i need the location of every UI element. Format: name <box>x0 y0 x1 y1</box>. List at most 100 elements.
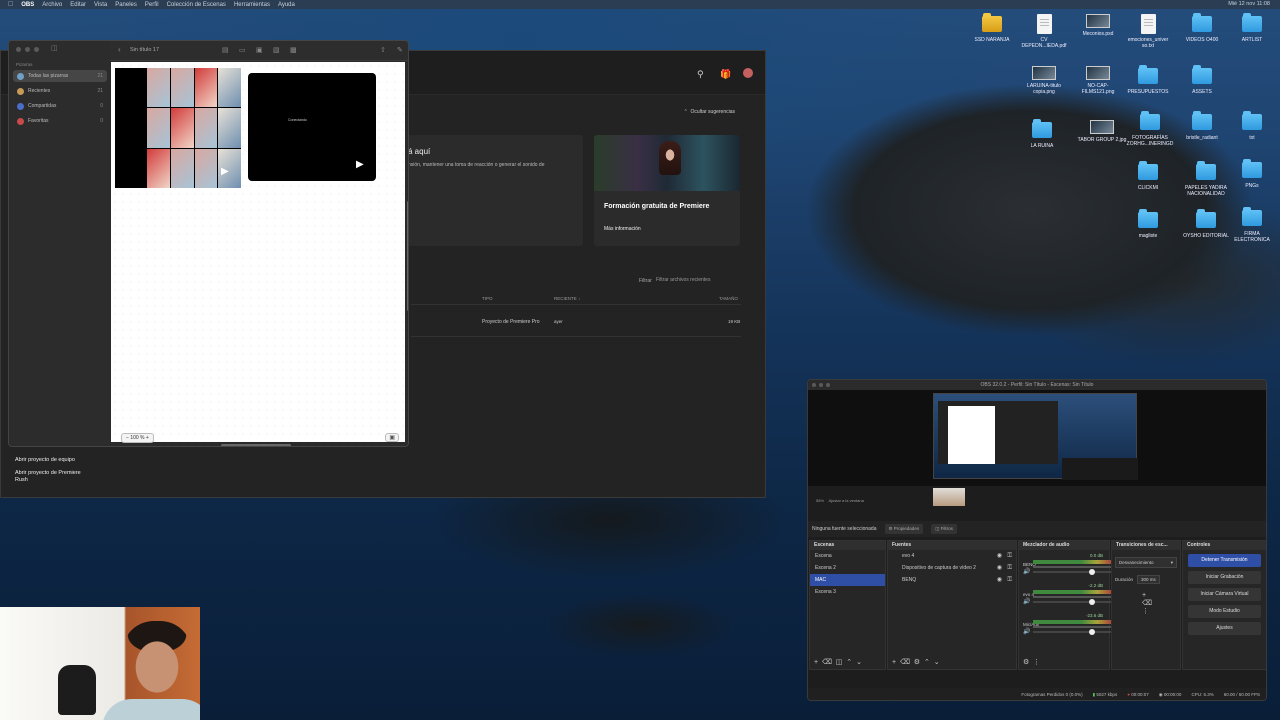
minimize-window-button[interactable] <box>819 383 823 387</box>
move-down-icon[interactable]: ⌄ <box>856 659 862 666</box>
studio-mode-button[interactable]: Modo Estudio <box>1188 605 1261 618</box>
stop-streaming-button[interactable]: Detener Transmisión <box>1188 554 1261 567</box>
zoom-control[interactable]: − 100 % + <box>121 433 154 443</box>
gift-icon[interactable]: 🎁 <box>720 69 731 80</box>
desktop-icon[interactable]: txt <box>1226 111 1278 141</box>
share-icon[interactable]: ⇧ <box>380 46 386 54</box>
note-tool-icon[interactable]: ▤ <box>222 46 229 54</box>
eye-icon[interactable]: ◉ <box>997 574 1002 586</box>
zoom-window-button[interactable] <box>34 47 39 52</box>
volume-slider[interactable] <box>1033 569 1113 575</box>
media-tool-icon[interactable]: ▩ <box>290 46 297 54</box>
desktop-icon[interactable]: FOTOGRAFÍAS ZORHG...INERINGD <box>1124 111 1176 147</box>
scene-item[interactable]: Escena 2 <box>810 562 885 574</box>
add-icon[interactable]: + <box>892 659 896 666</box>
search-icon[interactable]: ⚲ <box>697 69 704 80</box>
menu-archivo[interactable]: Archivo <box>42 2 62 8</box>
desktop-icon[interactable]: PAPELES YADIRA NACIONALIDAD <box>1180 161 1232 197</box>
horizontal-scrollbar[interactable] <box>221 444 291 446</box>
desktop-icon[interactable]: bristle_radiant <box>1176 111 1228 141</box>
video-clip-dark[interactable]: Conectando ▶ <box>248 73 376 181</box>
desktop-icon[interactable]: PRESUPUESTOS <box>1122 65 1174 95</box>
lock-icon[interactable]: ⚿ <box>1007 574 1012 586</box>
desktop-icon[interactable]: CV DEPEDN...IEDA.pdf <box>1018 14 1070 49</box>
menu-herramientas[interactable]: Herramientas <box>234 2 270 8</box>
menu-coleccion-escenas[interactable]: Colección de Escenas <box>167 2 226 8</box>
obs-preview[interactable] <box>808 390 1266 506</box>
more-options-icon[interactable]: ⋮ <box>1142 608 1149 615</box>
pen-tool-icon[interactable]: ▧ <box>273 46 280 54</box>
add-icon[interactable]: + <box>1142 592 1146 599</box>
hide-suggestions-button[interactable]: ⌃ Ocultar sugerencias <box>684 109 735 115</box>
volume-slider[interactable] <box>1033 599 1113 605</box>
training-card[interactable]: Formación gratuita de Premiere Más infor… <box>594 135 740 246</box>
zoom-in-icon[interactable]: + <box>146 435 149 441</box>
fit-board-icon[interactable]: ▣ <box>385 433 399 442</box>
desktop-icon[interactable]: CLICKMI <box>1122 161 1174 191</box>
lock-icon[interactable]: ⚿ <box>1007 550 1012 562</box>
play-icon[interactable]: ▶ <box>221 166 229 177</box>
lock-icon[interactable]: ⚿ <box>1007 562 1012 574</box>
desktop-icon[interactable]: Meconios.psd <box>1072 14 1124 37</box>
suggestion-card[interactable]: á aquí nsión, mantener una toma de reacc… <box>396 135 583 246</box>
gear-icon[interactable]: ⚙ <box>1023 659 1029 666</box>
play-icon[interactable]: ▶ <box>356 159 364 170</box>
column-recent[interactable]: RECIENTE ↓ <box>554 296 580 301</box>
more-options-icon[interactable]: ⋮ <box>1033 659 1040 666</box>
desktop-icon[interactable]: TABOR GROUP 2.jpg <box>1076 120 1128 143</box>
speaker-icon[interactable]: 🔊 <box>1023 598 1030 605</box>
vertical-scrollbar[interactable] <box>407 201 408 311</box>
row-size[interactable]: 19 KB <box>728 319 740 324</box>
desktop-icon[interactable]: LA RUINA <box>1016 119 1068 149</box>
speaker-icon[interactable]: 🔊 <box>1023 628 1030 635</box>
menu-editar[interactable]: Editar <box>70 2 86 8</box>
properties-button[interactable]: ⚙ Propiedades <box>884 524 924 534</box>
start-recording-button[interactable]: Iniciar Grabación <box>1188 571 1261 584</box>
desktop-icon[interactable]: LARUINA-titulo copia.png <box>1018 66 1070 95</box>
column-type[interactable]: TIPO <box>482 296 493 301</box>
minimize-window-button[interactable] <box>25 47 30 52</box>
menu-vista[interactable]: Vista <box>94 2 107 8</box>
shape-tool-icon[interactable]: ▭ <box>239 46 246 54</box>
settings-button[interactable]: Ajustes <box>1188 622 1261 635</box>
avatar[interactable] <box>743 68 753 78</box>
desktop-icon[interactable]: emociones_univer so.txt <box>1122 14 1174 49</box>
preview-zoom-bar[interactable]: 58% Ajustar a la ventana <box>808 498 1266 506</box>
open-rush-project-link[interactable]: Abrir proyecto de Premiere Rush <box>15 470 95 484</box>
close-window-button[interactable] <box>812 383 816 387</box>
filter-recent-input[interactable]: Filtrar archivos recientes <box>656 277 738 283</box>
scene-item[interactable]: Escena <box>810 550 885 562</box>
scene-item[interactable]: Escena 3 <box>810 586 885 598</box>
desktop-icon[interactable]: NO-CAP-FILMS121.png <box>1072 66 1124 95</box>
menu-perfil[interactable]: Perfil <box>145 2 159 8</box>
source-item[interactable]: evo 4 ◉ ⚿ <box>888 550 1016 562</box>
desktop-icon[interactable]: PNGs <box>1226 159 1278 189</box>
row-type[interactable]: Proyecto de Premiere Pro <box>482 319 540 325</box>
source-item[interactable]: Dispositivo de captura de vídeo 2 ◉ ⚿ <box>888 562 1016 574</box>
eye-icon[interactable]: ◉ <box>997 562 1002 574</box>
filters-button[interactable]: ◫ Filtros <box>931 524 957 534</box>
eye-icon[interactable]: ◉ <box>997 550 1002 562</box>
move-down-icon[interactable]: ⌄ <box>934 659 940 666</box>
menu-paneles[interactable]: Paneles <box>115 2 137 8</box>
move-up-icon[interactable]: ⌃ <box>846 659 852 666</box>
board-title[interactable]: Sin título 17 <box>130 47 159 53</box>
volume-slider[interactable] <box>1033 629 1113 635</box>
video-clip-mosaic[interactable]: ▶ <box>115 68 241 188</box>
desktop-icon[interactable]: FIRMA ELECTRONICA <box>1226 207 1278 243</box>
desktop-icon[interactable]: ASSETS <box>1176 65 1228 95</box>
text-tool-icon[interactable]: ▣ <box>256 46 263 54</box>
move-up-icon[interactable]: ⌃ <box>924 659 930 666</box>
sidebar-item-recent[interactable]: Recientes 21 <box>13 85 107 97</box>
scene-item-selected[interactable]: MAC <box>810 574 885 586</box>
sidebar-toggle-icon[interactable]: ◫ <box>51 44 58 52</box>
sidebar-item-shared[interactable]: Compartidas 0 <box>13 100 107 112</box>
close-window-button[interactable] <box>16 47 21 52</box>
menu-clock[interactable]: Mié 12 nov 11:08 <box>1228 1 1270 7</box>
source-item[interactable]: BENQ ◉ ⚿ <box>888 574 1016 586</box>
sidebar-item-favorites[interactable]: Favoritas 0 <box>13 115 107 127</box>
menu-app-name[interactable]: OBS <box>21 2 34 8</box>
trash-icon[interactable]: ⌫ <box>822 659 832 666</box>
column-size[interactable]: TAMAÑO <box>719 296 738 301</box>
gear-icon[interactable]: ⚙ <box>914 659 920 666</box>
